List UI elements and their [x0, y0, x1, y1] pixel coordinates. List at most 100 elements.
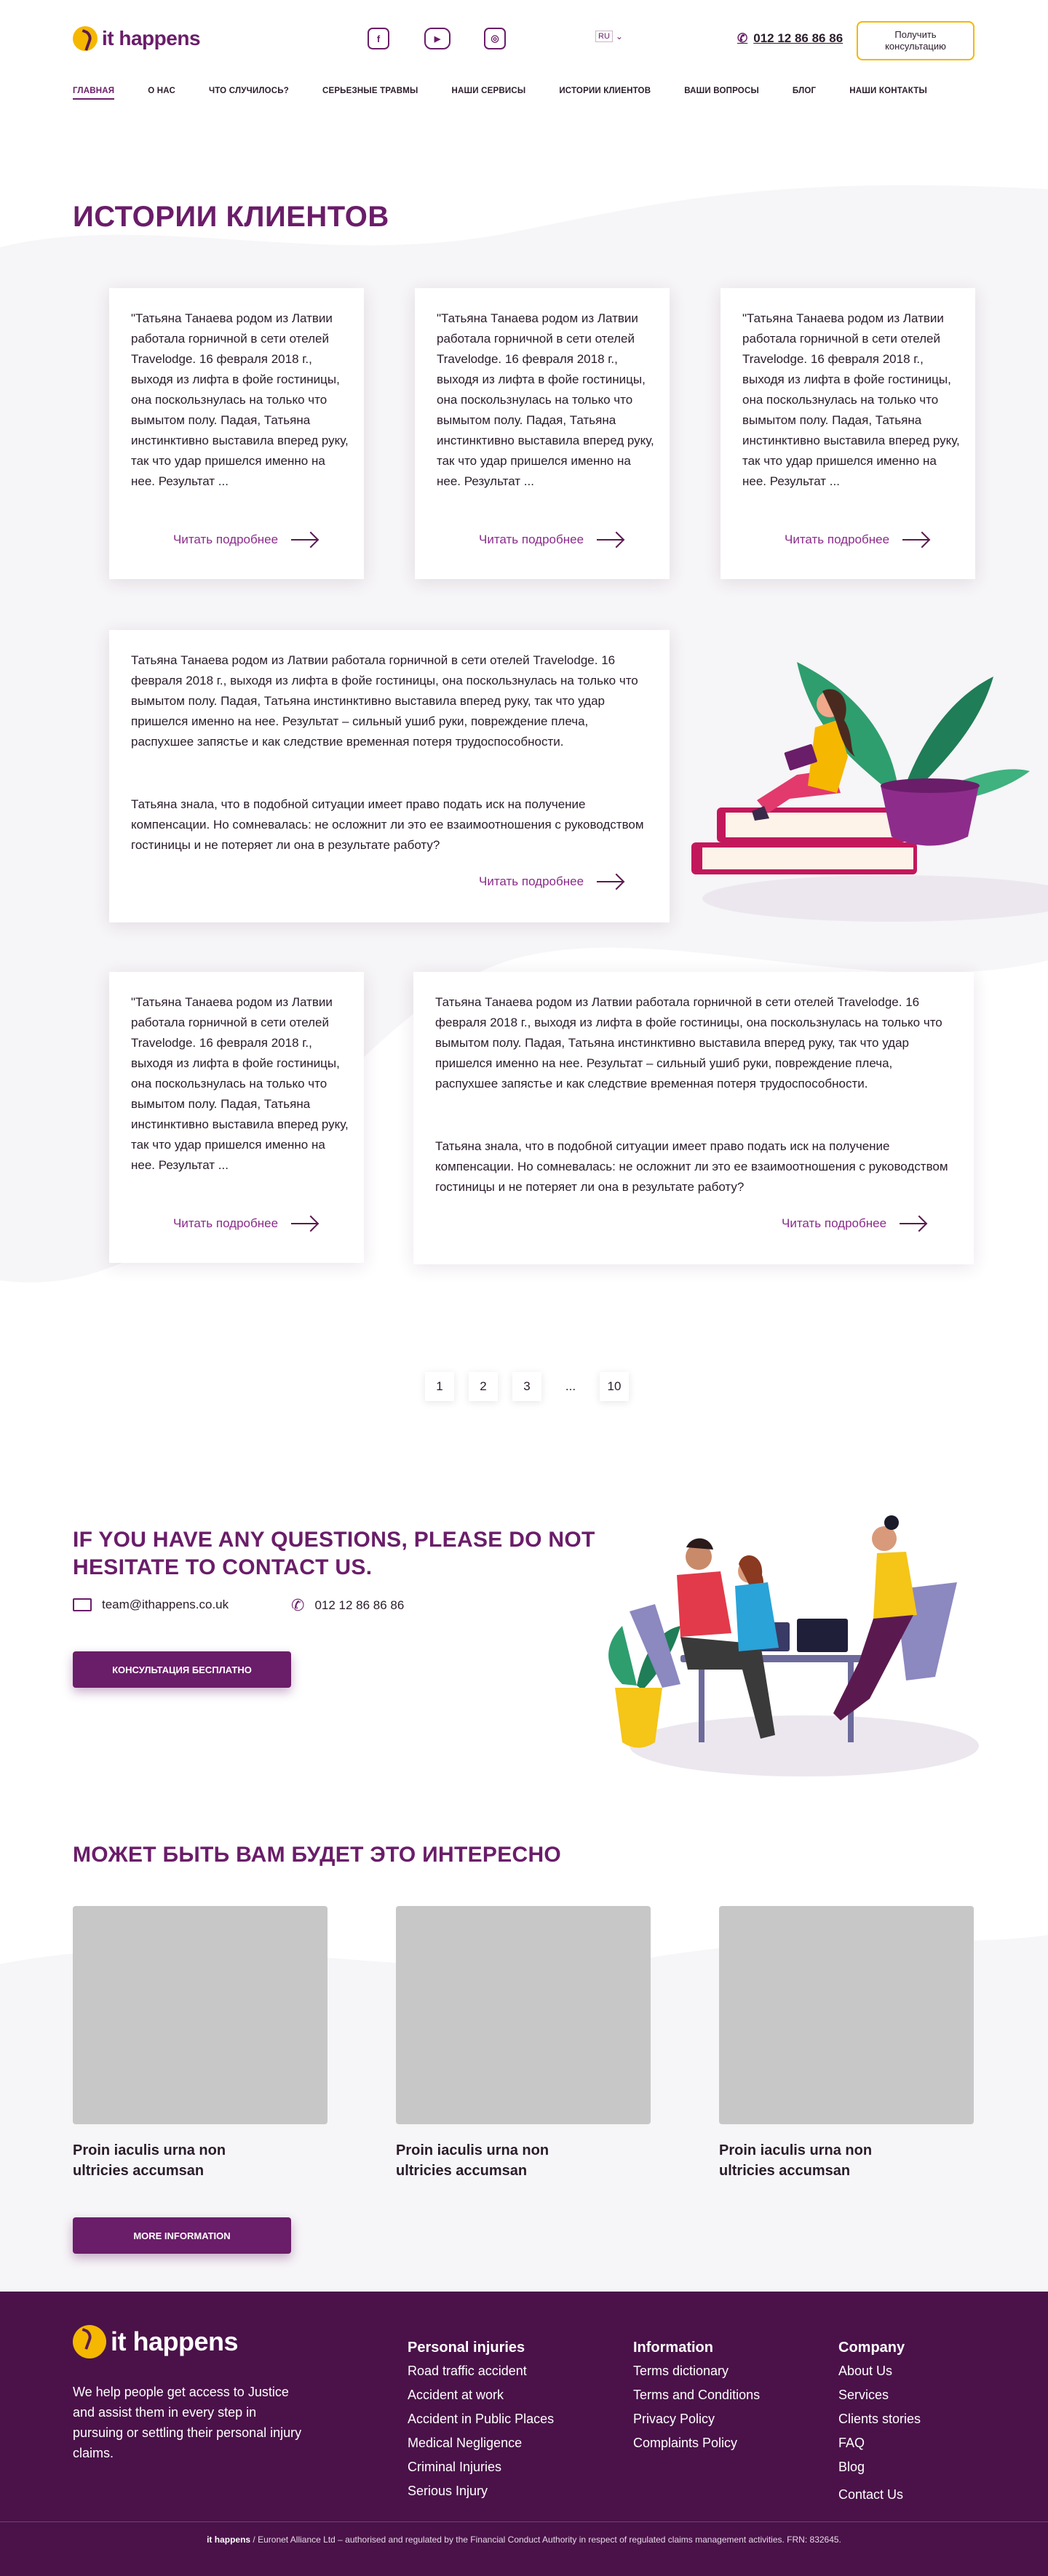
- footer-link[interactable]: Criminal Injuries: [408, 2455, 554, 2479]
- story-paragraph: Татьяна знала, что в подобной ситуации и…: [435, 1139, 948, 1194]
- page-button-3[interactable]: 3: [512, 1372, 541, 1401]
- story-card-wide: Татьяна Танаева родом из Латвии работала…: [413, 972, 974, 1264]
- article-image: [396, 1906, 651, 2124]
- language-select[interactable]: RU ⌄: [595, 31, 623, 42]
- footer-logo-text: it happens: [111, 2326, 239, 2356]
- footer-column-title: Information: [633, 2340, 713, 2356]
- article-card[interactable]: Proin iaculis urna non ultricies accumsan: [73, 1906, 328, 2444]
- footer-link[interactable]: Terms and Conditions: [633, 2383, 760, 2407]
- nav-item-home[interactable]: ГЛАВНАЯ: [73, 87, 115, 100]
- email-text: team@ithappens.co.uk: [102, 1598, 229, 1611]
- nav-item-serious-injuries[interactable]: СЕРЬЕЗНЫЕ ТРАВМЫ: [322, 87, 418, 100]
- story-card: "Татьяна Танаева родом из Латвии работал…: [109, 972, 364, 1263]
- footer-copyright: it happens / Euronet Alliance Ltd – auth…: [0, 2535, 1048, 2545]
- logo-text: it happens: [102, 27, 201, 49]
- page-button-1[interactable]: 1: [425, 1372, 454, 1401]
- footer-link[interactable]: Medical Negligence: [408, 2431, 554, 2455]
- article-title: Proin iaculis urna non ultricies accumsan: [719, 2142, 873, 2179]
- more-information-button[interactable]: MORE INFORMATION: [73, 2217, 291, 2254]
- article-card[interactable]: Proin iaculis urna non ultricies accumsan: [719, 1906, 974, 2444]
- article-title: Proin iaculis urna non ultricies accumsan: [73, 2142, 226, 2179]
- story-excerpt: "Татьяна Танаева родом из Латвии работал…: [131, 311, 349, 488]
- nav-item-what-happened[interactable]: ЧТО СЛУЧИЛОСЬ?: [209, 87, 289, 100]
- copyright-brand: it happens: [207, 2535, 251, 2545]
- arrow-right-icon: [597, 538, 624, 541]
- contact-title: IF YOU HAVE ANY QUESTIONS, PLEASE DO NOT…: [73, 1528, 595, 1579]
- page-button-2[interactable]: 2: [469, 1372, 498, 1401]
- article-image: [73, 1906, 328, 2124]
- read-more-link[interactable]: Читать подробнее: [479, 533, 624, 547]
- nav-item-questions[interactable]: ВАШИ ВОПРОСЫ: [684, 87, 759, 100]
- arrow-right-icon: [291, 1222, 318, 1225]
- page-button-10[interactable]: 10: [600, 1372, 629, 1401]
- consultation-button[interactable]: Получить консультацию: [857, 21, 974, 60]
- phone-number: 012 12 86 86 86: [753, 31, 843, 45]
- mail-icon: [73, 1598, 92, 1611]
- free-consultation-button[interactable]: КОНСУЛЬТАЦИЯ БЕСПЛАТНО: [73, 1651, 291, 1688]
- footer-column-information: Information Terms dictionary Terms and C…: [633, 2340, 760, 2455]
- instagram-icon[interactable]: ◎: [484, 28, 506, 49]
- arrow-right-icon: [902, 538, 929, 541]
- reading-girl-illustration: [691, 662, 1048, 922]
- story-paragraph: Татьяна Танаева родом из Латвии работала…: [435, 995, 942, 1090]
- footer-link[interactable]: Services: [838, 2383, 921, 2407]
- facebook-icon[interactable]: f: [368, 28, 389, 49]
- read-more-link[interactable]: Читать подробнее: [479, 874, 624, 889]
- footer-link[interactable]: Clients stories: [838, 2407, 921, 2431]
- copyright-text: / Euronet Alliance Ltd – authorised and …: [250, 2535, 841, 2545]
- story-paragraph: Татьяна знала, что в подобной ситуации и…: [131, 797, 644, 852]
- footer-column-title: Personal injuries: [408, 2340, 525, 2356]
- story-card-wide: Татьяна Танаева родом из Латвии работала…: [109, 630, 670, 922]
- footer: it happens We help people get access to …: [0, 2292, 1048, 2576]
- page-ellipsis: ...: [565, 1379, 576, 1393]
- footer-link[interactable]: FAQ: [838, 2431, 921, 2455]
- phone-icon: ✆: [737, 31, 748, 45]
- footer-link[interactable]: Accident at work: [408, 2383, 554, 2407]
- youtube-icon[interactable]: ▶: [424, 28, 450, 49]
- footer-column-personal-injuries: Personal injuries Road traffic accident …: [408, 2340, 554, 2503]
- footer-link[interactable]: Complaints Policy: [633, 2431, 760, 2455]
- language-value: RU: [595, 31, 613, 42]
- nav-item-client-stories[interactable]: ИСТОРИИ КЛИЕНТОВ: [559, 87, 651, 100]
- arrow-right-icon: [900, 1222, 926, 1225]
- team-meeting-illustration: [608, 1515, 979, 1777]
- logo-icon: [73, 2325, 106, 2358]
- footer-divider: [0, 2521, 1048, 2522]
- story-excerpt: "Татьяна Танаева родом из Латвии работал…: [437, 311, 654, 488]
- footer-link[interactable]: Privacy Policy: [633, 2407, 760, 2431]
- chevron-down-icon: ⌄: [615, 31, 623, 41]
- story-card: "Татьяна Танаева родом из Латвии работал…: [109, 288, 364, 579]
- footer-logo[interactable]: it happens: [73, 2325, 239, 2358]
- read-more-link[interactable]: Читать подробнее: [782, 1216, 926, 1231]
- nav-item-about[interactable]: О НАС: [148, 87, 175, 100]
- footer-column-title: Company: [838, 2340, 905, 2356]
- footer-link[interactable]: Contact Us: [838, 2483, 921, 2507]
- phone-text: 012 12 86 86 86: [314, 1598, 405, 1612]
- nav-item-contacts[interactable]: НАШИ КОНТАКТЫ: [849, 87, 927, 100]
- header-phone[interactable]: ✆ 012 12 86 86 86: [737, 31, 843, 46]
- read-more-link[interactable]: Читать подробнее: [785, 533, 929, 547]
- footer-link[interactable]: About Us: [838, 2359, 921, 2383]
- story-excerpt: "Татьяна Танаева родом из Латвии работал…: [131, 995, 349, 1172]
- pagination: 1 2 3 ... 10: [425, 1372, 629, 1401]
- footer-link[interactable]: Accident in Public Places: [408, 2407, 554, 2431]
- contact-phone[interactable]: ✆ 012 12 86 86 86: [291, 1596, 404, 1615]
- phone-icon: ✆: [291, 1596, 305, 1614]
- header-logo[interactable]: it happens: [73, 26, 201, 51]
- footer-column-company: Company About Us Services Clients storie…: [838, 2340, 921, 2507]
- contact-email[interactable]: team@ithappens.co.uk: [73, 1598, 229, 1612]
- footer-link[interactable]: Blog: [838, 2455, 921, 2479]
- read-more-link[interactable]: Читать подробнее: [173, 1216, 318, 1231]
- interesting-title: МОЖЕТ БЫТЬ ВАМ БУДЕТ ЭТО ИНТЕРЕСНО: [73, 1843, 562, 1867]
- footer-link[interactable]: Serious Injury: [408, 2479, 554, 2503]
- main-nav: ГЛАВНАЯ О НАС ЧТО СЛУЧИЛОСЬ? СЕРЬЕЗНЫЕ Т…: [73, 87, 975, 100]
- nav-item-blog[interactable]: БЛОГ: [793, 87, 816, 100]
- page-title: ИСТОРИИ КЛИЕНТОВ: [73, 201, 389, 233]
- footer-link[interactable]: Terms dictionary: [633, 2359, 760, 2383]
- footer-link[interactable]: Road traffic accident: [408, 2359, 554, 2383]
- nav-item-services[interactable]: НАШИ СЕРВИСЫ: [452, 87, 526, 100]
- article-card[interactable]: Proin iaculis urna non ultricies accumsan: [396, 1906, 651, 2444]
- story-card: "Татьяна Танаева родом из Латвии работал…: [720, 288, 975, 579]
- footer-description: We help people get access to Justice and…: [73, 2385, 302, 2460]
- read-more-link[interactable]: Читать подробнее: [173, 533, 318, 547]
